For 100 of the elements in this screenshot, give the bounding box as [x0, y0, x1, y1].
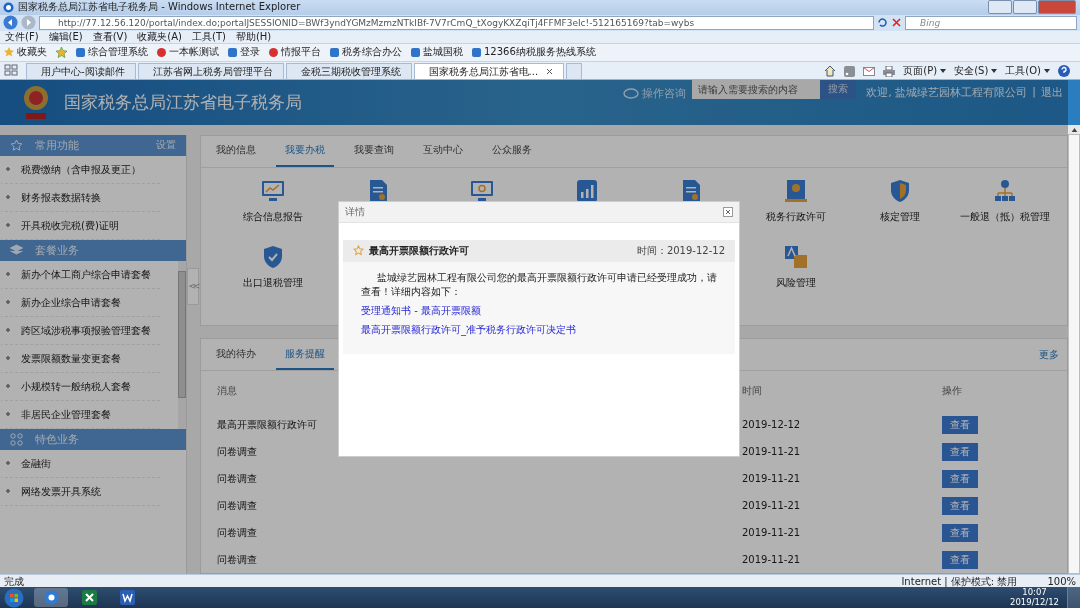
- more-link[interactable]: 更多: [1039, 347, 1059, 362]
- tab[interactable]: 互动中心: [414, 135, 472, 167]
- document-link[interactable]: 受理通知书 - 最高开票限额: [361, 303, 481, 318]
- command-menu[interactable]: 安全(S): [954, 64, 998, 79]
- favorites-button[interactable]: 收藏夹: [4, 45, 47, 60]
- browser-tab[interactable]: 江苏省网上税务局管理平台: [137, 62, 284, 79]
- service-label[interactable]: 一般退（抵）税管理: [959, 209, 1050, 224]
- tab[interactable]: 我的待办: [207, 339, 265, 371]
- tab[interactable]: 我要查询: [345, 135, 403, 167]
- message-cell-text: 问卷调查: [217, 498, 258, 513]
- refresh-icon[interactable]: [877, 17, 888, 29]
- favorite-link[interactable]: 登录: [228, 45, 260, 60]
- browser-tab[interactable]: 用户中心-阅读邮件: [26, 62, 136, 79]
- page-scrollbar[interactable]: [1068, 124, 1080, 575]
- document-link[interactable]: 最高开票限额行政许可_准予税务行政许可决定书: [361, 322, 576, 337]
- back-button[interactable]: [3, 15, 18, 31]
- menu-item[interactable]: 帮助(H): [235, 30, 272, 43]
- command-menu[interactable]: 页面(P): [903, 64, 947, 79]
- favorite-link[interactable]: 情报平台: [269, 45, 321, 60]
- menu-item[interactable]: 收藏夹(A): [137, 30, 182, 43]
- section-title: 特色业务: [35, 431, 79, 447]
- close-tab-icon[interactable]: [546, 67, 554, 75]
- favorite-link[interactable]: 综合管理系统: [76, 45, 148, 60]
- browser-tab[interactable]: 金税三期税收管理系统: [285, 62, 412, 79]
- close-button[interactable]: [1038, 0, 1076, 15]
- time-cell-text: 2019-11-21: [742, 554, 802, 566]
- favorite-link[interactable]: 盐城国税: [411, 45, 463, 60]
- certificate-icon[interactable]: [782, 177, 809, 204]
- view-button[interactable]: 查看: [942, 442, 978, 461]
- service-label[interactable]: 风险管理: [775, 275, 816, 290]
- forward-button[interactable]: [21, 15, 36, 31]
- zoom-level[interactable]: 100%: [1047, 575, 1076, 587]
- address-field[interactable]: http://77.12.56.120/portal/index.do;portalJSESSIONID=BWf3yndYGMzMzmzNTkIBf-7V7rCmQ_tXogyKXZqiTj4FFMF3eIc!-512165169?tab=wybs: [39, 15, 874, 30]
- caret-icon: [1044, 69, 1050, 74]
- service-label[interactable]: 综合信息报告: [243, 209, 304, 224]
- service-label[interactable]: 税务行政许可: [765, 209, 826, 224]
- window-title: 国家税务总局江苏省电子税务局 - Windows Internet Explorer: [18, 1, 301, 14]
- clock-time[interactable]: 10:07: [1022, 588, 1047, 598]
- home-icon[interactable]: [824, 65, 837, 78]
- dialog-title: 详情: [345, 204, 365, 219]
- star-icon: [4, 47, 14, 58]
- star-icon: [10, 138, 23, 152]
- add-favorite-icon[interactable]: [56, 46, 67, 58]
- message-time: 时间：2019-12-12: [636, 243, 725, 258]
- star-icon: [353, 245, 364, 257]
- translate-icon[interactable]: [782, 243, 809, 270]
- caret-icon: [940, 69, 947, 74]
- view-button[interactable]: 查看: [942, 415, 978, 434]
- minimize-button[interactable]: [988, 0, 1012, 15]
- separator: |: [1032, 84, 1036, 98]
- favorite-link[interactable]: 税务综合办公: [330, 45, 402, 60]
- column-header: 时间: [742, 384, 763, 399]
- status-text: 完成: [4, 575, 24, 587]
- browser-taskbar-icon[interactable]: [34, 588, 68, 608]
- maximize-button[interactable]: [1013, 0, 1037, 15]
- scrollbar[interactable]: [178, 260, 186, 429]
- close-button[interactable]: [723, 206, 733, 217]
- message-cell-text: 最高开票限额行政许可: [217, 417, 318, 432]
- caret-icon: [991, 69, 998, 74]
- view-button[interactable]: 查看: [942, 523, 978, 542]
- tab[interactable]: 我要办税: [276, 135, 334, 167]
- view-button[interactable]: 查看: [942, 496, 978, 515]
- command-menu[interactable]: 工具(O): [1005, 64, 1050, 79]
- mail-icon[interactable]: [863, 66, 876, 76]
- menu-item[interactable]: 文件(F): [5, 30, 39, 43]
- menu-item[interactable]: 查看(V): [92, 30, 128, 43]
- message-text: 盐城绿艺园林工程有限公司您的最高开票限额行政许可申请已经受理成功，请查看！详细内容如下：: [361, 270, 718, 299]
- tab[interactable]: 服务提醒: [276, 339, 334, 371]
- message-cell-text: 问卷调查: [217, 444, 258, 459]
- help-icon[interactable]: [1058, 65, 1070, 78]
- message-cell-text: 问卷调查: [217, 552, 258, 567]
- column-header: 消息: [217, 384, 238, 399]
- view-button[interactable]: 查看: [942, 550, 978, 569]
- print-icon[interactable]: [883, 65, 896, 77]
- menu-item[interactable]: 工具(T): [192, 30, 226, 43]
- zone-status: Internet | 保护模式: 禁用: [901, 575, 1018, 587]
- favorite-link[interactable]: 12366纳税服务热线系统: [472, 45, 596, 60]
- browser-tab[interactable]: 国家税务总局江苏省电...: [413, 62, 565, 79]
- clock-date[interactable]: 2019/12/12: [1010, 597, 1059, 608]
- service-label[interactable]: 出口退税管理: [243, 275, 304, 290]
- message-cell-text: 问卷调查: [217, 471, 258, 486]
- feed-icon[interactable]: [844, 65, 856, 77]
- chat-icon[interactable]: [623, 87, 640, 99]
- menu-item[interactable]: 编辑(E): [48, 30, 83, 43]
- service-label[interactable]: 核定管理: [880, 209, 921, 224]
- start-button[interactable]: [4, 587, 24, 608]
- message-title: 最高开票限额行政许可: [369, 243, 469, 258]
- browser-icon: [3, 1, 14, 13]
- time-cell-text: 2019-11-21: [742, 500, 802, 512]
- column-header: 操作: [942, 384, 963, 399]
- tab[interactable]: 我的信息: [207, 135, 265, 167]
- quick-tabs-icon[interactable]: [4, 64, 18, 77]
- view-button[interactable]: 查看: [942, 469, 978, 488]
- search-field[interactable]: Bing: [905, 15, 1077, 30]
- stop-icon[interactable]: [891, 17, 902, 29]
- layers-icon: [10, 243, 23, 257]
- show-desktop-button[interactable]: [1067, 587, 1080, 608]
- favorite-link[interactable]: 一本帐测试: [157, 45, 219, 60]
- tab[interactable]: 公众服务: [483, 135, 541, 167]
- grid-icon: [10, 432, 23, 446]
